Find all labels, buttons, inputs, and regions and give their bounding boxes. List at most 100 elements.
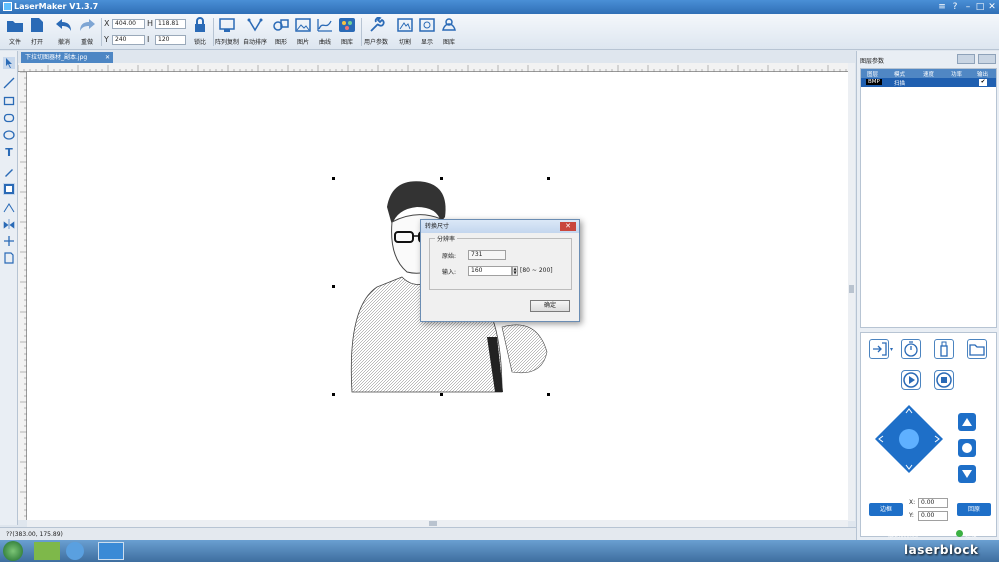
os-taskbar — [0, 540, 999, 562]
range-text: [80 ~ 200] — [520, 267, 553, 274]
timer-icon[interactable] — [901, 339, 921, 359]
z-up-icon[interactable] — [958, 413, 976, 431]
display-icon — [418, 17, 436, 33]
lock-icon — [191, 17, 209, 33]
settings-icon[interactable]: ≡ — [936, 1, 948, 13]
selection-handle[interactable] — [547, 393, 550, 396]
node-edit-tool-icon[interactable] — [3, 201, 15, 213]
select-tool-icon[interactable] — [3, 57, 15, 69]
original-label: 原始: — [442, 253, 457, 260]
user-params-icon — [367, 16, 385, 33]
mode-cell[interactable]: 扫描 — [894, 79, 905, 87]
horizontal-scrollbar[interactable] — [27, 520, 848, 527]
array-copy-button[interactable]: 阵列复制 — [214, 17, 240, 46]
text-tool-icon[interactable]: T — [3, 146, 15, 159]
origin-button[interactable]: 回原 — [957, 503, 991, 516]
line-tool-icon[interactable] — [3, 77, 15, 89]
width-label: H — [147, 19, 154, 28]
document-tab[interactable]: 下拉切图器材_副本.jpg ✕ — [21, 52, 113, 63]
user-params-button[interactable]: 用户参数 — [363, 16, 389, 46]
resolution-input[interactable]: 160 — [468, 266, 512, 276]
rounded-rect-tool-icon[interactable] — [3, 112, 15, 124]
resize-dialog: 转换尺寸 ✕ 分辨率 原始: 731 输入: 160 ▲ ▼ [80 ~ 200]… — [420, 219, 580, 322]
direction-pad[interactable] — [873, 403, 945, 475]
window-title: LaserMaker V1.3.7 — [14, 2, 99, 11]
selection-handle[interactable] — [332, 177, 335, 180]
ok-button[interactable]: 确定 — [530, 300, 570, 312]
close-tab-icon[interactable]: ✕ — [105, 52, 110, 63]
position-tool-icon[interactable] — [3, 235, 15, 247]
selection-handle[interactable] — [547, 177, 550, 180]
y-input[interactable]: 240 — [112, 35, 145, 45]
open-button[interactable]: 打开 — [24, 17, 50, 46]
frame-tool-icon[interactable] — [3, 252, 15, 264]
gallery-button[interactable]: 图库 — [334, 17, 360, 46]
maximize-icon[interactable]: □ — [974, 1, 986, 13]
connect-label[interactable]: 连接 — [965, 530, 977, 539]
help-icon[interactable]: ? — [949, 1, 961, 13]
minimize-icon[interactable]: – — [962, 1, 974, 13]
output-checkbox[interactable]: ✔ — [979, 79, 987, 86]
auto-sort-button[interactable]: 自动排序 — [242, 17, 268, 46]
frame-button[interactable]: 边框 — [869, 503, 903, 516]
mirror-tool-icon[interactable] — [3, 218, 15, 230]
dropdown-arrow-icon[interactable]: ▾ — [890, 346, 893, 353]
shape-icon — [272, 17, 290, 33]
auto-sort-icon — [246, 17, 264, 33]
folder-open-icon[interactable] — [967, 339, 987, 359]
cut-icon — [396, 17, 414, 33]
layer-table-header: 图层 模式 速度 功率 输出 — [861, 69, 996, 78]
fill-tool-icon[interactable] — [3, 183, 15, 195]
group-label: 分辨率 — [435, 234, 458, 243]
taskbar-app-icon[interactable] — [34, 542, 60, 560]
document-tab-label: 下拉切图器材_副本.jpg — [25, 54, 88, 61]
y-pos-label: Y: — [909, 512, 914, 519]
header-layer: 图层 — [867, 72, 879, 78]
ellipse-tool-icon[interactable] — [3, 129, 15, 141]
y-pos-input[interactable]: 0.00 — [918, 511, 948, 521]
header-speed: 速度 — [923, 72, 935, 78]
browser-icon[interactable] — [66, 542, 84, 560]
left-toolbox: T — [0, 51, 18, 525]
right-panel: 图层参数 图层 模式 速度 功率 输出 BMP 扫描 ✔ ▾ 边框 X: 0.0… — [856, 51, 999, 540]
x-pos-label: X: — [909, 499, 916, 506]
library-button[interactable]: 图库 — [436, 17, 462, 46]
original-value-field: 731 — [468, 250, 506, 260]
home-icon[interactable] — [958, 439, 976, 457]
stop-icon[interactable] — [934, 370, 954, 390]
width-input[interactable]: 118.81 — [155, 19, 186, 29]
horizontal-ruler — [17, 63, 848, 72]
import-icon[interactable] — [869, 339, 889, 359]
lock-ratio-button[interactable]: 锁比 — [187, 17, 213, 46]
height-label: I — [147, 35, 150, 44]
layer-up-button[interactable] — [957, 54, 975, 64]
dialog-title: 转换尺寸 — [421, 220, 579, 233]
curve-icon — [316, 17, 334, 33]
close-icon[interactable]: ✕ — [986, 1, 998, 13]
start-menu-icon[interactable] — [3, 541, 23, 561]
start-icon[interactable] — [901, 370, 921, 390]
vertical-scrollbar[interactable] — [848, 63, 855, 521]
status-bar: ??(383.00, 175.89) — [0, 527, 856, 540]
dialog-close-icon[interactable]: ✕ — [560, 222, 576, 231]
usb-icon[interactable] — [934, 339, 954, 359]
height-input[interactable]: 120 — [155, 35, 186, 45]
selection-handle[interactable] — [332, 285, 335, 288]
resolution-group: 分辨率 原始: 731 输入: 160 ▲ ▼ [80 ~ 200] — [429, 234, 572, 290]
redo-button[interactable]: 重做 — [74, 17, 100, 46]
lasermaker-taskbar-icon[interactable] — [98, 542, 124, 560]
layer-down-button[interactable] — [978, 54, 996, 64]
x-pos-input[interactable]: 0.00 — [918, 498, 948, 508]
selection-handle[interactable] — [440, 393, 443, 396]
x-input[interactable]: 404.00 — [112, 19, 145, 29]
table-row[interactable]: BMP 扫描 ✔ — [861, 78, 996, 87]
selection-handle[interactable] — [440, 177, 443, 180]
input-label: 输入: — [442, 269, 457, 276]
title-bar: LaserMaker V1.3.7 ≡ ? – □ ✕ — [0, 0, 999, 14]
z-down-icon[interactable] — [958, 465, 976, 483]
library-icon — [440, 17, 458, 33]
rectangle-tool-icon[interactable] — [3, 95, 15, 107]
spin-stepper[interactable]: ▲ ▼ — [512, 266, 518, 276]
selection-handle[interactable] — [332, 393, 335, 396]
pen-tool-icon[interactable] — [3, 166, 15, 178]
